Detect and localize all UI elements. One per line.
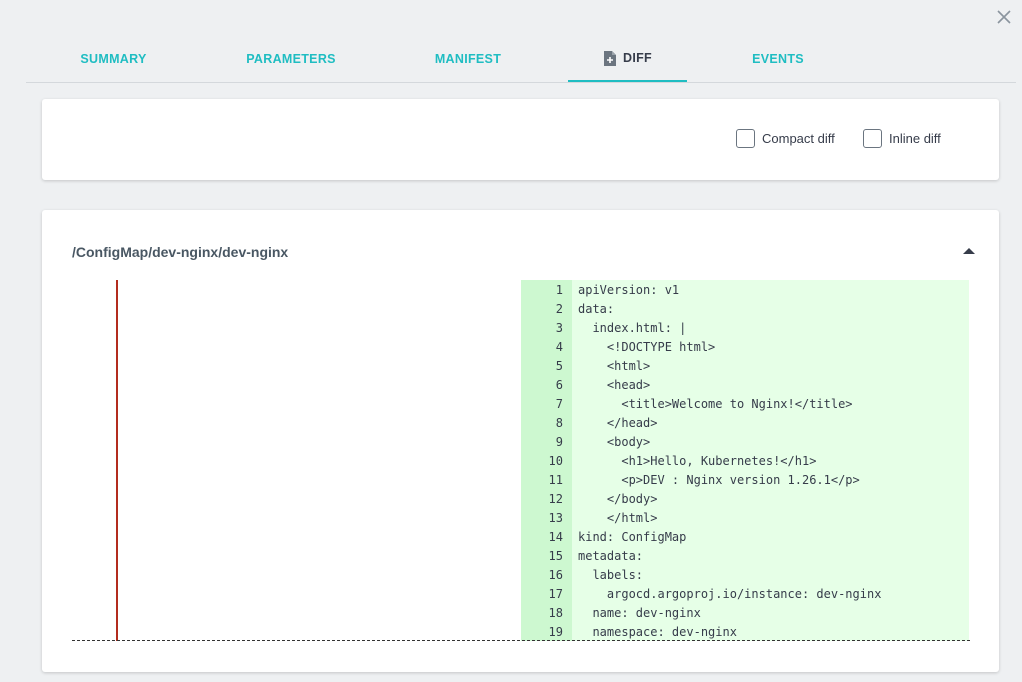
tab-bar: SUMMARY PARAMETERS MANIFEST DIFF EVENTS	[26, 36, 1016, 83]
line-number: 1	[555, 283, 563, 297]
line-number: 17	[548, 587, 563, 601]
line-number: 10	[548, 454, 563, 468]
line-number: 14	[548, 530, 563, 544]
diff-line: 1 apiVersion: v1	[521, 281, 969, 300]
inline-diff-checkbox[interactable]: Inline diff	[863, 129, 941, 148]
compact-diff-label: Compact diff	[762, 131, 835, 146]
line-code: <head>	[578, 378, 651, 392]
tab-label: PARAMETERS	[246, 52, 336, 66]
line-number: 3	[555, 321, 563, 335]
inline-diff-label: Inline diff	[889, 131, 941, 146]
caret-up-icon[interactable]	[962, 243, 976, 261]
line-code: index.html: |	[578, 321, 687, 335]
line-code: </head>	[578, 416, 658, 430]
line-number: 18	[548, 606, 563, 620]
tab-parameters[interactable]: PARAMETERS	[236, 36, 346, 82]
diff-line: 8 </head>	[521, 414, 969, 433]
line-number: 4	[555, 340, 563, 354]
diff-line: 11 <p>DEV : Nginx version 1.26.1</p>	[521, 471, 969, 490]
line-code: kind: ConfigMap	[578, 530, 687, 544]
tab-events[interactable]: EVENTS	[743, 36, 813, 82]
tab-manifest[interactable]: MANIFEST	[421, 36, 515, 82]
resource-title: /ConfigMap/dev-nginx/dev-nginx	[72, 244, 289, 260]
line-code: <h1>Hello, Kubernetes!</h1>	[578, 454, 817, 468]
line-code: <p>DEV : Nginx version 1.26.1</p>	[578, 473, 860, 487]
removed-marker	[116, 280, 118, 641]
diff-line: 2 data:	[521, 300, 969, 319]
diff-old-pane	[72, 280, 521, 641]
line-code: labels:	[578, 568, 644, 582]
line-code: <body>	[578, 435, 651, 449]
line-number: 7	[555, 397, 563, 411]
checkbox-box[interactable]	[863, 129, 882, 148]
line-number: 5	[555, 359, 563, 373]
line-number: 15	[548, 549, 563, 563]
diff-line: 3 index.html: |	[521, 319, 969, 338]
tab-diff[interactable]: DIFF	[568, 36, 687, 82]
tab-label: EVENTS	[752, 52, 804, 66]
line-number: 9	[555, 435, 563, 449]
line-code: data:	[578, 302, 615, 316]
diff-end-divider	[72, 640, 970, 641]
diff-line: 4 <!DOCTYPE html>	[521, 338, 969, 357]
diff-new-pane: 1 apiVersion: v1 2 data: 3 index.html: | 4 <!…	[521, 280, 969, 641]
diff-line: 6 <head>	[521, 376, 969, 395]
line-number: 2	[555, 302, 563, 316]
diff-line: 7 <title>Welcome to Nginx!</title>	[521, 395, 969, 414]
tab-label: DIFF	[623, 51, 652, 65]
line-code: apiVersion: v1	[578, 283, 680, 297]
tab-summary[interactable]: SUMMARY	[66, 36, 161, 82]
diff-line: 17 argocd.argoproj.io/instance: dev-ngin…	[521, 585, 969, 604]
line-code: <!DOCTYPE html>	[578, 340, 716, 354]
line-number: 13	[548, 511, 563, 525]
diff-line: 10 <h1>Hello, Kubernetes!</h1>	[521, 452, 969, 471]
tab-label: MANIFEST	[434, 52, 502, 66]
line-code: </html>	[578, 511, 658, 525]
diff-options-panel: Compact diff Inline diff	[42, 99, 999, 180]
file-diff-icon	[603, 50, 617, 67]
line-number: 6	[555, 378, 563, 392]
line-number: 8	[555, 416, 563, 430]
diff-line: 15 metadata:	[521, 547, 969, 566]
line-code: argocd.argoproj.io/instance: dev-nginx	[578, 587, 882, 601]
compact-diff-checkbox[interactable]: Compact diff	[736, 129, 835, 148]
line-code: metadata:	[578, 549, 644, 563]
tab-label: SUMMARY	[80, 52, 147, 66]
line-code: <html>	[578, 359, 651, 373]
diff-line: 9 <body>	[521, 433, 969, 452]
diff-line: 12 </body>	[521, 490, 969, 509]
line-code: <title>Welcome to Nginx!</title>	[578, 397, 853, 411]
line-number: 16	[548, 568, 563, 582]
resource-diff-card: /ConfigMap/dev-nginx/dev-nginx 1 apiVersi…	[42, 210, 999, 672]
diff-line: 18 name: dev-nginx	[521, 604, 969, 623]
line-code: </body>	[578, 492, 658, 506]
diff-line: 14 kind: ConfigMap	[521, 528, 969, 547]
close-icon[interactable]	[994, 7, 1014, 27]
diff-line: 16 labels:	[521, 566, 969, 585]
line-code: name: dev-nginx	[578, 606, 701, 620]
checkbox-box[interactable]	[736, 129, 755, 148]
line-number: 12	[548, 492, 563, 506]
diff-line: 5 <html>	[521, 357, 969, 376]
line-number: 11	[548, 473, 563, 487]
diff-line: 13 </html>	[521, 509, 969, 528]
